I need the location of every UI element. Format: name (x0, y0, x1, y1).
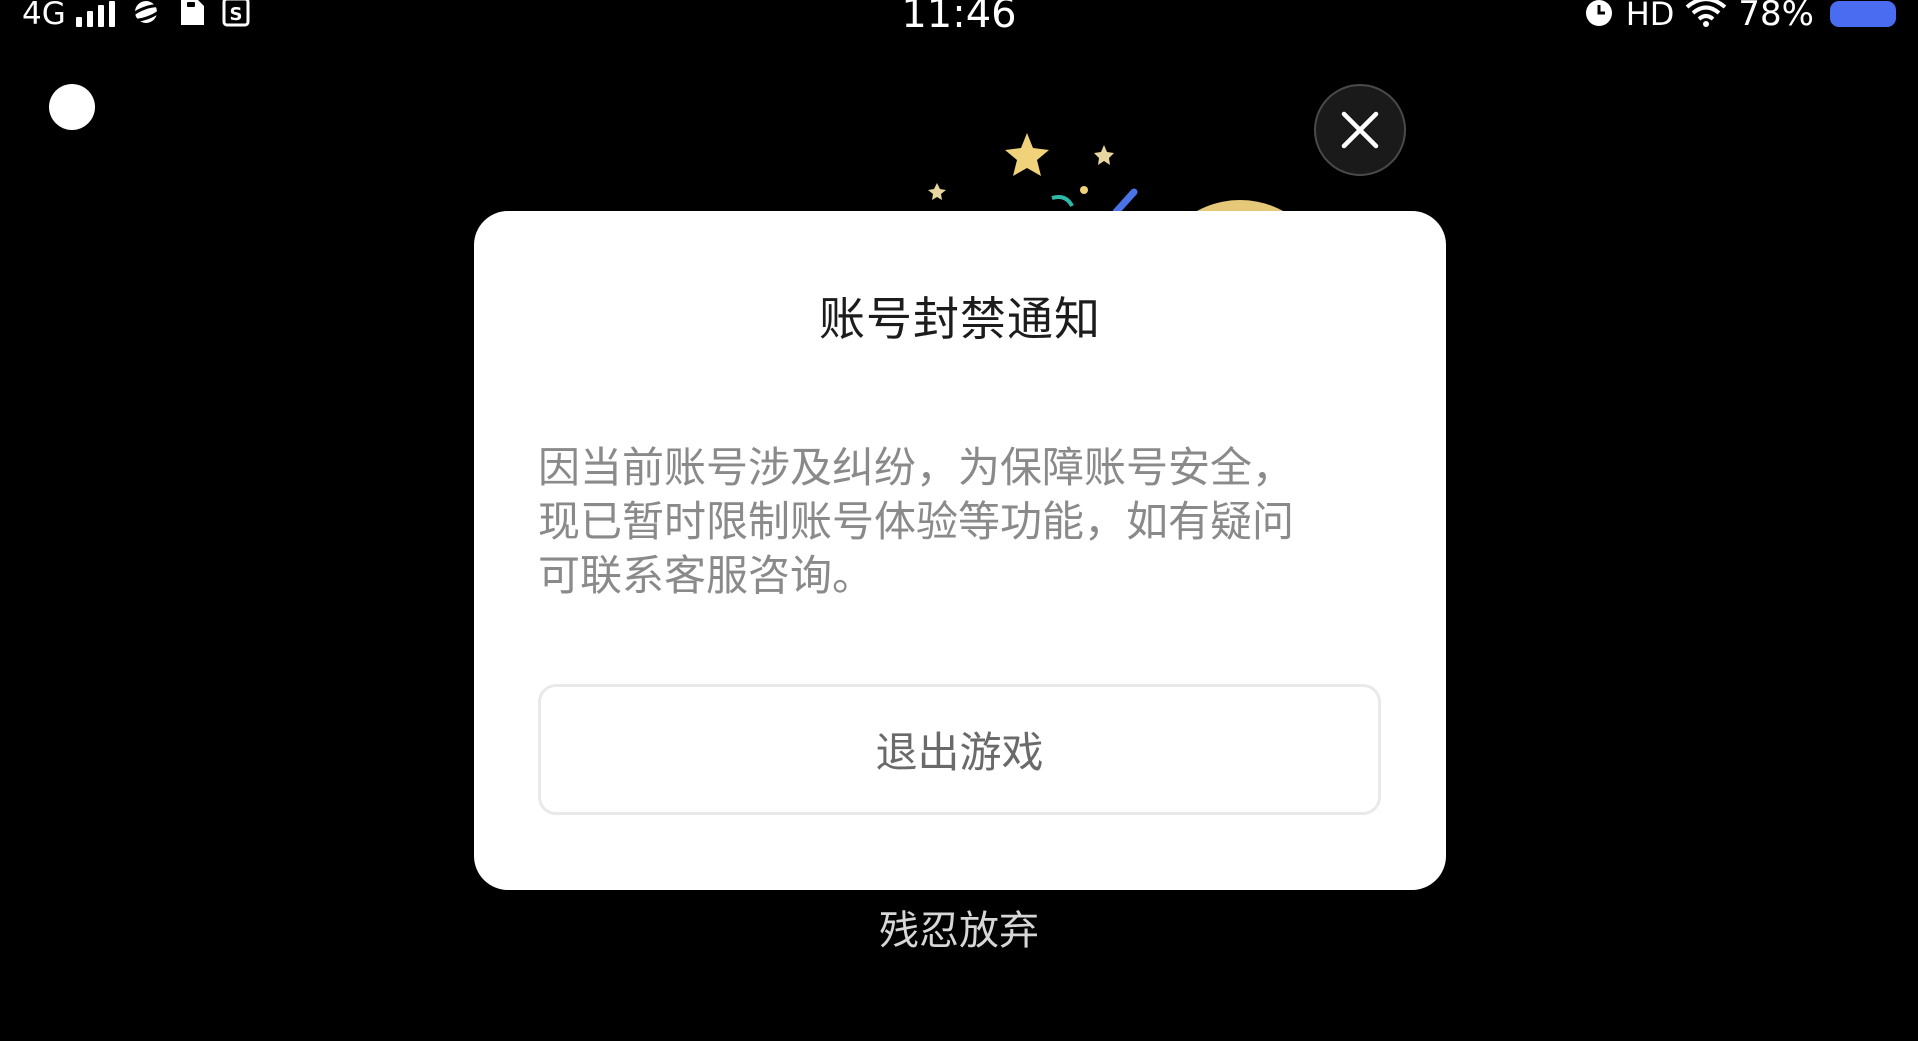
dialog-title: 账号封禁通知 (819, 292, 1101, 346)
abandon-link[interactable]: 残忍放弃 (0, 903, 1918, 959)
alarm-icon (1582, 0, 1616, 33)
star-icon (1005, 133, 1049, 176)
status-right: HD 78% (1582, 0, 1896, 34)
dialog-message: 因当前账号涉及纠纷，为保障账号安全， 现已暂时限制账号体验等功能，如有疑问 可联… (538, 441, 1388, 603)
floating-assist-dot[interactable] (49, 84, 95, 130)
dialog-message-line: 因当前账号涉及纠纷，为保障账号安全， (538, 443, 1295, 492)
close-icon (1341, 111, 1379, 149)
wifi-icon (1684, 0, 1728, 33)
small-star-icon (928, 183, 946, 200)
dialog-message-line: 现已暂时限制账号体验等功能，如有疑问 (538, 497, 1295, 546)
ban-notice-dialog: 账号封禁通知 因当前账号涉及纠纷，为保障账号安全， 现已暂时限制账号体验等功能，… (474, 211, 1446, 890)
screen: 4G S 11:46 HD 78% 账号封禁通知 因当前账号涉及纠纷，为保障账号… (0, 0, 1918, 1041)
decoration (900, 120, 1340, 215)
status-bar: 4G S 11:46 HD 78% (0, 0, 1918, 36)
hd-indicator: HD (1625, 0, 1675, 33)
battery-icon (1830, 1, 1896, 27)
small-star-icon (1094, 145, 1114, 165)
exit-game-button[interactable]: 退出游戏 (538, 684, 1381, 815)
dialog-message-line: 可联系客服咨询。 (538, 551, 875, 600)
close-button[interactable] (1314, 84, 1406, 176)
battery-percent: 78% (1738, 0, 1814, 34)
